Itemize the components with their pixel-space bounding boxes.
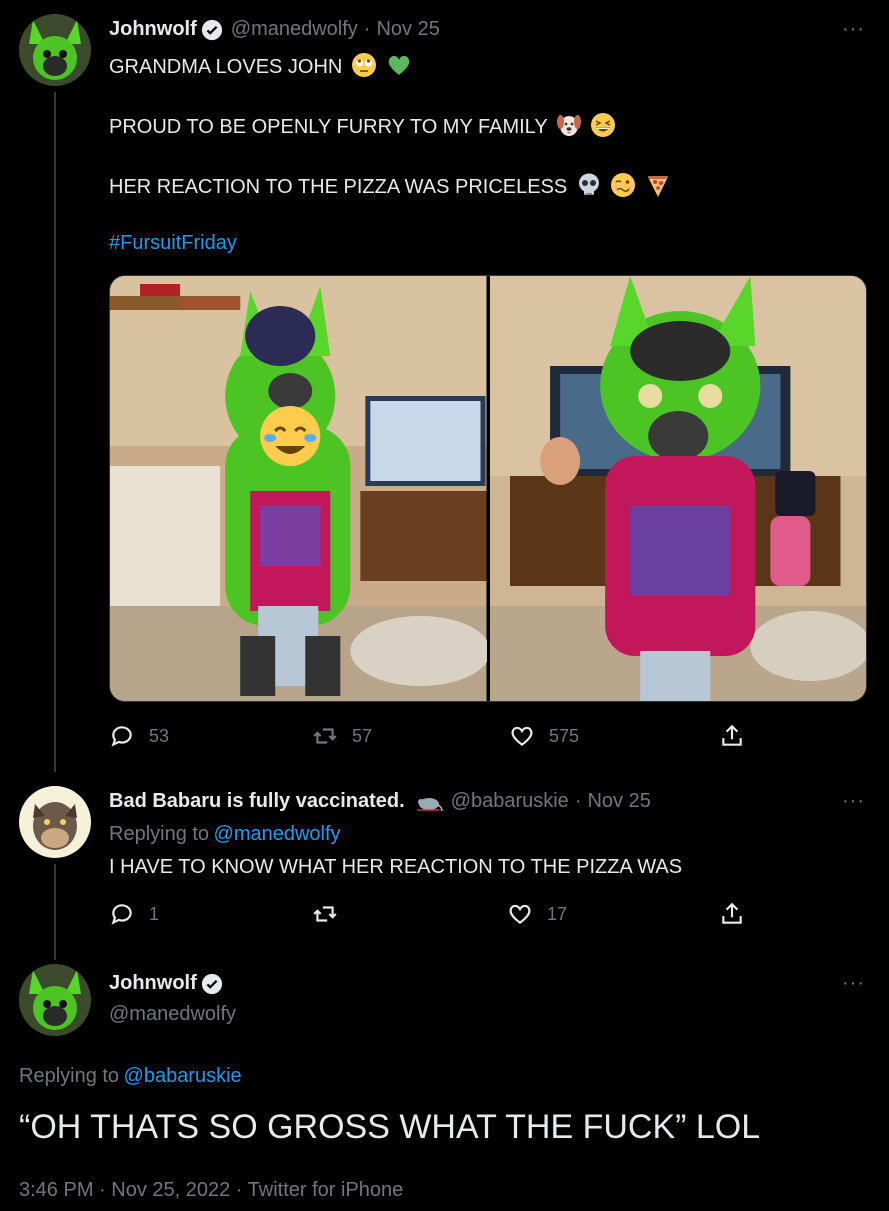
avatar-johnwolf[interactable] <box>19 14 91 86</box>
replying-prefix-3: Replying to <box>19 1065 120 1087</box>
handle[interactable]: @manedwolfy <box>231 18 358 41</box>
woozy-face-emoji <box>611 173 636 197</box>
tweet-header-2: Bad Babaru is fully vaccinated. @babarus… <box>109 790 651 813</box>
media-grid <box>109 275 867 702</box>
thread-line <box>54 92 56 772</box>
reply-count: 53 <box>149 725 170 746</box>
share-icon <box>722 902 742 924</box>
more-options-icon-3[interactable]: ··· <box>842 972 865 995</box>
tweet-text-line3: HER REACTION TO THE PIZZA WAS PRICELESS <box>109 172 671 199</box>
retweet-icon <box>313 728 337 744</box>
retweet-icon <box>313 906 337 922</box>
reply-count-2: 1 <box>149 903 160 924</box>
tweet-date[interactable]: Nov 25 <box>376 18 439 41</box>
reply-icon <box>111 904 132 925</box>
like-count-2: 17 <box>547 903 568 924</box>
tweet-header: Johnwolf @manedwolfy · Nov 25 <box>109 18 440 41</box>
retweet-button[interactable]: 57 <box>312 723 372 749</box>
display-name-2[interactable]: Bad Babaru is fully vaccinated. <box>109 790 405 813</box>
share-button-2[interactable] <box>719 901 759 927</box>
skull-emoji <box>578 173 599 195</box>
tweet-date-2[interactable]: Nov 25 <box>587 790 650 813</box>
reply-button-2[interactable]: 1 <box>109 901 159 927</box>
dog-face-emoji <box>556 115 581 136</box>
retweet-button-2[interactable] <box>312 901 352 927</box>
grinning-squinting-face-emoji <box>591 113 616 137</box>
verified-badge-icon <box>201 19 222 40</box>
wolf-avatar-icon <box>19 14 91 86</box>
share-button[interactable] <box>719 723 759 749</box>
avatar-babaru[interactable] <box>19 786 91 858</box>
separator-2: · <box>574 790 582 812</box>
face-with-rolling-eyes-emoji <box>351 53 376 77</box>
pizza-emoji <box>647 176 668 197</box>
like-button[interactable]: 575 <box>509 723 579 749</box>
thread-line-2 <box>54 864 56 960</box>
heart-icon <box>509 904 531 925</box>
hashtag-link[interactable]: #FursuitFriday <box>109 232 237 255</box>
replying-to-line-3: Replying to @babaruskie <box>19 1065 242 1088</box>
rat-emoji <box>416 797 443 811</box>
display-name[interactable]: Johnwolf <box>109 18 197 41</box>
hyena-avatar-icon <box>19 786 91 858</box>
handle-3[interactable]: @manedwolfy <box>109 1003 236 1026</box>
fursuit-photo-with-grandma[interactable] <box>110 276 487 701</box>
share-icon <box>722 724 742 746</box>
replying-prefix: Replying to <box>109 823 210 845</box>
like-button-2[interactable]: 17 <box>507 901 567 927</box>
handle-2[interactable]: @babaruskie <box>451 790 569 813</box>
green-heart-emoji <box>388 55 409 75</box>
reply-button[interactable]: 53 <box>109 723 169 749</box>
separator: · <box>363 18 371 40</box>
replying-to-link[interactable]: @manedwolfy <box>214 823 341 845</box>
heart-icon <box>511 726 533 747</box>
tweet-header-3: Johnwolf <box>109 972 223 995</box>
replying-to-line: Replying to @manedwolfy <box>109 823 341 846</box>
more-options-icon-2[interactable]: ··· <box>842 790 865 813</box>
fursuit-with-grandma-image <box>110 276 487 701</box>
fursuit-waving-image <box>489 276 866 701</box>
retweet-count: 57 <box>352 725 373 746</box>
tweet-text-2: I HAVE TO KNOW WHAT HER REACTION TO THE … <box>109 856 683 878</box>
more-options-icon[interactable]: ··· <box>842 18 865 41</box>
tweet-text-line1: GRANDMA LOVES JOHN <box>109 52 412 79</box>
tweet-timestamp[interactable]: 3:46 PM · Nov 25, 2022 · Twitter for iPh… <box>19 1179 403 1202</box>
tweet-text-line2: PROUD TO BE OPENLY FURRY TO MY FAMILY <box>109 112 616 139</box>
focused-tweet-text: “OH THATS SO GROSS WHAT THE FUCK” LOL <box>19 1108 761 1146</box>
verified-badge-icon <box>201 973 222 994</box>
avatar-johnwolf-2[interactable] <box>19 964 91 1036</box>
wolf-avatar-icon <box>19 964 91 1036</box>
like-count: 575 <box>549 725 580 746</box>
fursuit-photo-waving[interactable] <box>489 276 866 701</box>
replying-to-link-3[interactable]: @babaruskie <box>124 1065 242 1087</box>
display-name-3[interactable]: Johnwolf <box>109 972 197 995</box>
reply-icon <box>111 726 132 747</box>
